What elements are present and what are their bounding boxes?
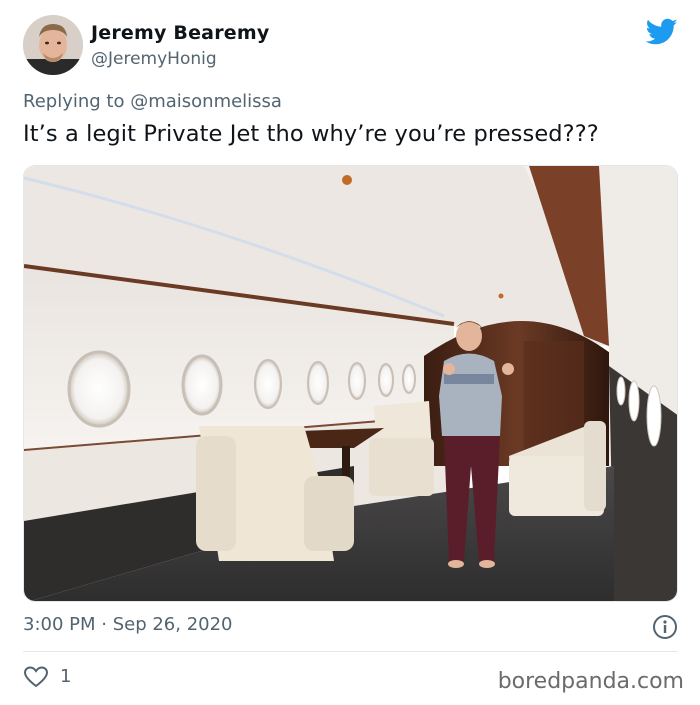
watermark: boredpanda.com bbox=[497, 669, 684, 694]
reply-mention-link[interactable]: @maisonmelissa bbox=[130, 91, 282, 112]
twitter-bird-icon[interactable] bbox=[645, 18, 678, 46]
divider bbox=[23, 651, 678, 652]
avatar[interactable] bbox=[23, 15, 83, 75]
author-handle[interactable]: @JeremyHonig bbox=[91, 49, 217, 69]
tweet-timestamp[interactable]: 3:00 PM · Sep 26, 2020 bbox=[23, 614, 233, 635]
like-count[interactable]: 1 bbox=[60, 666, 71, 687]
reply-context: Replying to @maisonmelissa bbox=[23, 91, 282, 112]
tweet-card: Jeremy Bearemy @JeremyHonig Replying to … bbox=[0, 0, 700, 705]
info-icon[interactable] bbox=[652, 614, 678, 640]
tweet-photo[interactable] bbox=[23, 165, 678, 602]
author-name[interactable]: Jeremy Bearemy bbox=[91, 22, 269, 44]
heart-icon[interactable] bbox=[23, 665, 49, 689]
tweet-text: It’s a legit Private Jet tho why’re you’… bbox=[23, 121, 599, 147]
reply-prefix: Replying to bbox=[23, 91, 131, 112]
